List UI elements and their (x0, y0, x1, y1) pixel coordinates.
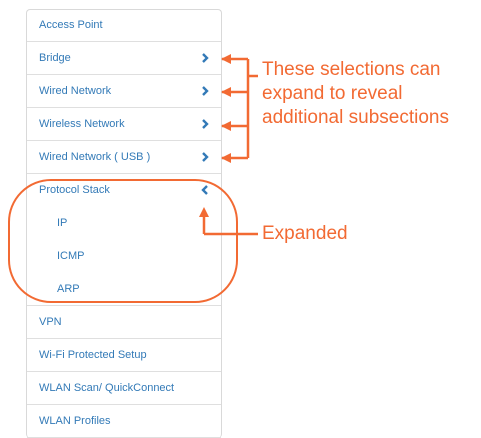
expanded-outline (8, 179, 238, 303)
expanded-pointer (199, 207, 258, 236)
expanded-annotation-text: Expanded (262, 223, 348, 244)
expand-bracket (221, 54, 258, 163)
expand-annotation-text: These selections can expand to reveal ad… (262, 59, 449, 128)
